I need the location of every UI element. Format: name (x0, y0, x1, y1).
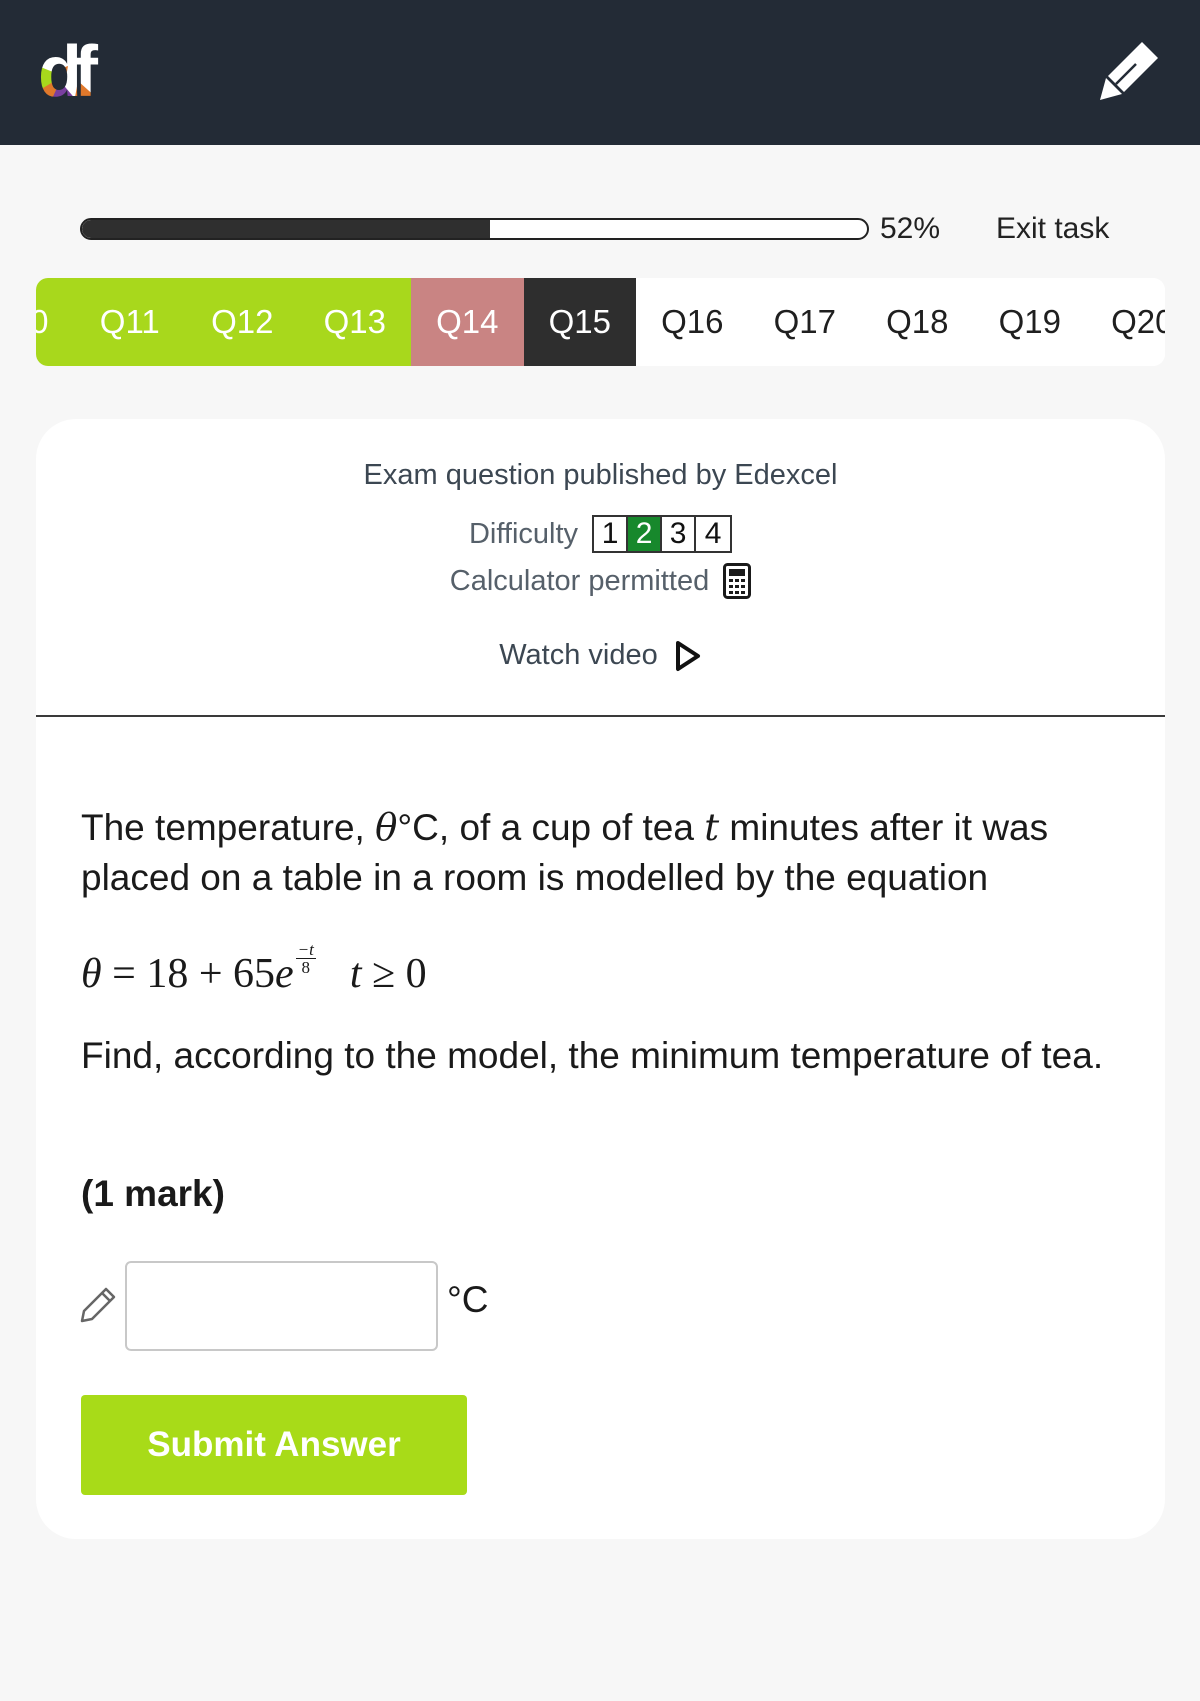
difficulty-label: Difficulty (468, 517, 579, 550)
t-symbol: t (704, 806, 720, 849)
df-logo[interactable]: df (38, 36, 130, 108)
answer-input[interactable] (125, 1261, 438, 1351)
play-icon (675, 640, 700, 671)
publisher-note: Exam question published by Edexcel (363, 459, 838, 491)
tab-q13[interactable]: Q13 (298, 278, 411, 366)
tab-q14[interactable]: Q14 (411, 278, 524, 366)
calculator-label: Calculator permitted (449, 564, 710, 597)
top-bar: df (0, 0, 1200, 145)
tab-q16[interactable]: Q16 (636, 278, 749, 366)
exponent-numerator: −t (295, 939, 316, 959)
unit-label: °C (447, 1279, 489, 1320)
pen-icon[interactable] (1096, 38, 1162, 104)
question-tabs: Q10Q11Q12Q13Q14Q15Q16Q17Q18Q19Q20 (36, 278, 1165, 366)
equation-lhs: θ (81, 951, 102, 997)
model-equation: θ = 18 + 65 e −t 8 t ≥ 0 (81, 939, 427, 1009)
theta-symbol: θ (375, 806, 398, 849)
equation-rhs: = 18 + 65 (101, 951, 276, 997)
equation-exponent: −t 8 (295, 939, 316, 977)
tab-q10[interactable]: Q10 (36, 278, 74, 366)
tab-q18[interactable]: Q18 (861, 278, 974, 366)
tab-q19[interactable]: Q19 (973, 278, 1086, 366)
submit-answer-button[interactable]: Submit Answer (81, 1395, 467, 1495)
question-card: Exam question published by Edexcel Diffi… (36, 419, 1165, 1539)
calculator-row: Calculator permitted (36, 563, 1165, 599)
tab-q11[interactable]: Q11 (73, 278, 186, 366)
equation-condition: ≥ 0 (361, 951, 427, 997)
difficulty-level-2: 2 (628, 517, 663, 551)
watch-video-label: Watch video (499, 639, 658, 671)
condition-variable: t (349, 951, 362, 997)
progress-bar-fill (82, 220, 491, 238)
equation-e: e (275, 951, 294, 997)
exponent-denominator: 8 (301, 957, 311, 977)
question-intro-b: °C, of a cup of tea (397, 807, 705, 848)
progress-percent: 52% (880, 212, 941, 245)
tab-q20[interactable]: Q20 (1086, 278, 1165, 366)
difficulty-level-1: 1 (594, 517, 629, 551)
card-divider (36, 715, 1165, 717)
tab-q12[interactable]: Q12 (186, 278, 299, 366)
difficulty-level-3: 3 (662, 517, 697, 551)
progress-bar (80, 218, 869, 240)
question-tabs-strip: Q10Q11Q12Q13Q14Q15Q16Q17Q18Q19Q20 (36, 278, 1165, 366)
watch-video-link[interactable]: Watch video (36, 639, 1165, 672)
tab-q15[interactable]: Q15 (523, 278, 636, 366)
question-intro: The temperature, θ°C, of a cup of tea t … (81, 803, 1131, 903)
tab-q17[interactable]: Q17 (748, 278, 861, 366)
calculator-icon (723, 563, 752, 599)
difficulty-scale: 1234 (592, 515, 733, 553)
question-intro-a: The temperature, (81, 807, 376, 848)
marks-label: (1 mark) (81, 1173, 225, 1214)
difficulty-level-4: 4 (704, 517, 722, 550)
pencil-icon[interactable] (78, 1285, 118, 1325)
exit-task-link[interactable]: Exit task (996, 210, 1109, 248)
question-prompt: Find, according to the model, the minimu… (81, 1035, 1104, 1076)
difficulty-row: Difficulty 1234 (36, 515, 1165, 553)
